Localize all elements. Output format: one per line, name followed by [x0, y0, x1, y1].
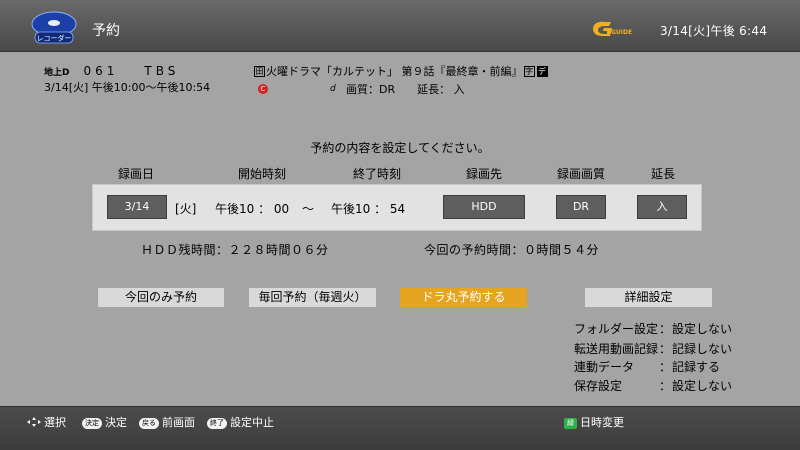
reservation-duration: 今回の予約時間：０時間５４分 [424, 243, 600, 257]
program-extend: 延長： 入 [417, 83, 465, 96]
setting-linked-data: 連動データ：記録する [574, 360, 721, 374]
label-record-date: 録画日 [117, 167, 155, 181]
start-time-field[interactable]: 午後10 ： 00 [215, 200, 289, 217]
detail-settings-button[interactable]: 詳細設定 [585, 288, 712, 307]
label-extend: 延長 [650, 167, 676, 181]
green-key-icon: 緑 [564, 418, 577, 429]
program-title-block: 田火曜ドラマ「カルテット」 第９話『最終章・前編』字デ C d 画質：DR 延長… [253, 63, 549, 97]
setting-value: 設定しない [672, 379, 733, 393]
setting-save: 保存設定：設定しない [574, 379, 733, 393]
hd-icon: d [330, 84, 336, 94]
time-range-tilde: 〜 [302, 202, 315, 216]
label-destination: 録画先 [465, 167, 503, 181]
copy-control-icon: C [258, 84, 268, 94]
program-time: 3/14[火] 午後10:00〜午後10:54 [44, 81, 211, 94]
data-broadcast-badge: 田 [254, 66, 265, 77]
record-weekday: [火] [175, 202, 197, 216]
reserve-once-button[interactable]: 今回のみ予約 [98, 288, 224, 307]
hint-datetime: 緑日時変更 [564, 414, 624, 430]
extend-button[interactable]: 入 [637, 195, 687, 219]
app-icon-label: レコーダー [37, 34, 72, 43]
quality-button[interactable]: DR [556, 195, 606, 219]
record-date-button[interactable]: 3/14 [107, 195, 167, 219]
hint-cancel-label: 設定中止 [230, 416, 274, 429]
recorder-disc-icon: レコーダー [31, 11, 77, 44]
channel-type: 地上D [44, 68, 70, 78]
hdd-remaining: ＨＤＤ残時間：２２８時間０６分 [141, 243, 329, 257]
destination-button[interactable]: HDD [443, 195, 525, 219]
end-time-field[interactable]: 午後10 ： 54 [331, 200, 405, 217]
channel-name: TBS [144, 64, 180, 78]
reserve-weekly-button[interactable]: 毎回予約（毎週火） [249, 288, 376, 307]
setting-label: 連動データ [574, 360, 635, 374]
clock: 3/14[火]午後 6:44 [660, 24, 768, 38]
setting-label: 転送用動画記録 [574, 342, 659, 356]
setting-value: 記録する [672, 360, 721, 374]
label-start-time: 開始時刻 [237, 167, 287, 181]
channel-number: 061 [83, 64, 119, 78]
hint-decide-label: 決定 [105, 416, 127, 429]
setting-label: フォルダー設定 [574, 322, 659, 336]
channel-info: 地上D 061 TBS 3/14[火] 午後10:00〜午後10:54 [44, 64, 210, 95]
setting-value: 設定しない [672, 322, 733, 336]
subtitle-badge: 字 [523, 66, 535, 77]
hint-cancel: 終了 設定中止 [207, 414, 274, 430]
back-key-icon: 戻る [139, 418, 159, 429]
hint-select: 選択 [27, 414, 66, 430]
end-key-icon: 終了 [207, 418, 227, 429]
arrows-icon [27, 417, 41, 427]
page-title: 予約 [92, 23, 120, 39]
hint-back-label: 前画面 [162, 416, 195, 429]
setting-transfer-video: 転送用動画記録：記録しない [574, 342, 733, 356]
instruction-text: 予約の内容を設定してください。 [310, 141, 490, 155]
data-badge: デ [536, 66, 548, 77]
guide-logo-text: GUIDE [611, 29, 632, 36]
program-quality: 画質：DR [346, 83, 396, 96]
setting-value: 記録しない [672, 342, 733, 356]
setting-folder: フォルダー設定：設定しない [574, 322, 733, 336]
label-end-time: 終了時刻 [352, 167, 402, 181]
setting-label: 保存設定 [574, 379, 623, 393]
hint-back: 戻る 前画面 [139, 414, 195, 430]
hint-datetime-label: 日時変更 [580, 416, 624, 429]
program-title: 火曜ドラマ「カルテット」 第９話『最終章・前編』 [266, 65, 523, 78]
dora-reserve-button[interactable]: ドラ丸予約する [400, 288, 527, 307]
hint-decide: 決定 決定 [82, 414, 127, 430]
top-bar: レコーダー 予約 GUIDE 3/14[火]午後 6:44 [0, 0, 800, 52]
decide-key-icon: 決定 [82, 418, 102, 429]
g-guide-logo: GUIDE [593, 21, 632, 36]
hint-select-label: 選択 [44, 416, 66, 429]
label-quality: 録画画質 [556, 167, 606, 181]
